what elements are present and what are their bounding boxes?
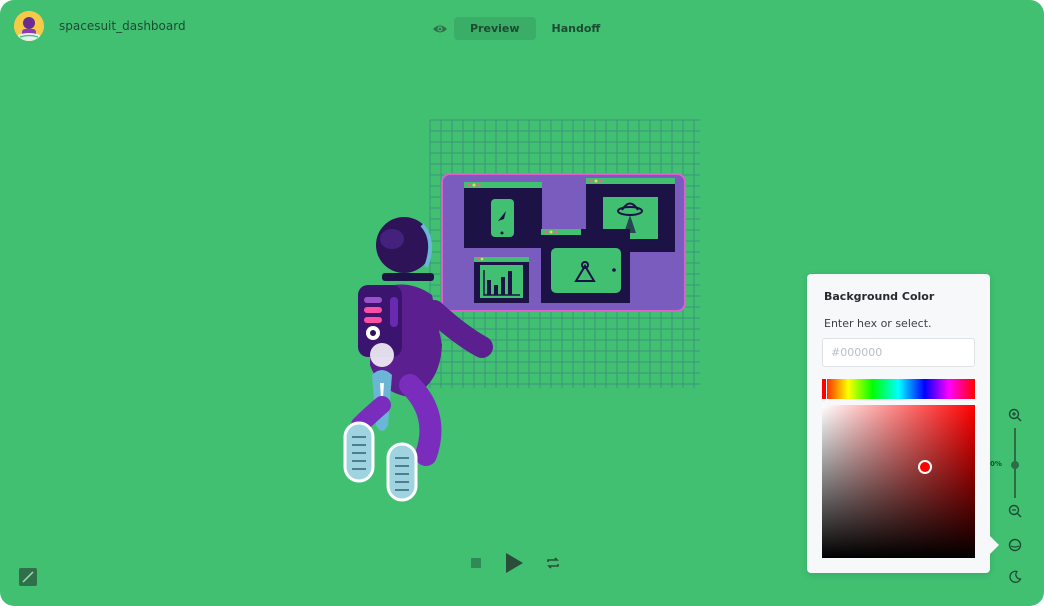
window-astronaut — [541, 229, 630, 303]
loop-icon[interactable] — [546, 556, 560, 570]
view-mode-nav: Preview Handoff — [426, 17, 616, 40]
file-name: spacesuit_dashboard — [59, 19, 186, 33]
dark-mode-icon[interactable] — [1005, 567, 1025, 587]
playback-controls — [470, 552, 560, 574]
background-color-panel: Background Color Enter hex or select. — [807, 274, 990, 573]
color-picker-handle[interactable] — [918, 460, 932, 474]
hue-slider[interactable] — [821, 378, 975, 400]
eye-icon[interactable] — [426, 17, 454, 40]
tab-preview[interactable]: Preview — [454, 17, 536, 40]
panel-pointer — [990, 536, 999, 554]
zoom-out-icon[interactable] — [1005, 501, 1025, 521]
tab-handoff[interactable]: Handoff — [536, 17, 617, 40]
background-color-icon[interactable] — [1005, 535, 1025, 555]
panel-hint: Enter hex or select. — [824, 317, 932, 330]
hex-input[interactable] — [822, 338, 975, 367]
animation-preview — [343, 119, 700, 502]
play-icon[interactable] — [504, 552, 524, 574]
stop-icon[interactable] — [470, 557, 482, 569]
panel-title: Background Color — [824, 290, 935, 303]
edit-icon[interactable] — [19, 568, 37, 586]
zoom-in-icon[interactable] — [1005, 405, 1025, 425]
window-chart — [474, 257, 529, 303]
zoom-slider-thumb[interactable] — [1011, 461, 1019, 469]
saturation-picker[interactable] — [822, 405, 975, 558]
app-window: spacesuit_dashboard Preview Handoff Back… — [0, 0, 1044, 606]
zoom-controls — [1005, 405, 1025, 518]
zoom-value: 0% — [990, 460, 1002, 468]
hue-handle[interactable] — [821, 378, 827, 400]
window-rocket — [464, 182, 542, 248]
user-avatar[interactable] — [14, 11, 44, 41]
